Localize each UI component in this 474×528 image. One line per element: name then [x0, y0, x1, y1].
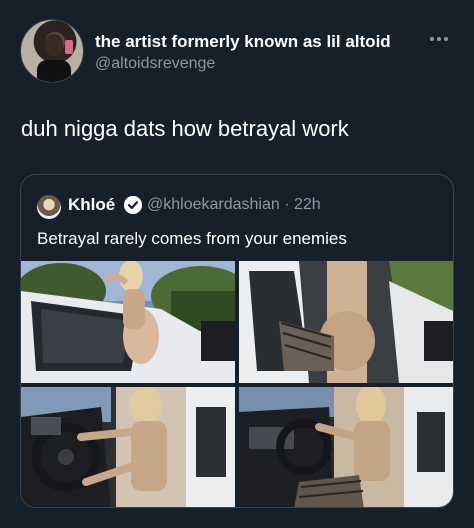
- tweet[interactable]: the artist formerly known as lil altoid …: [0, 0, 474, 528]
- media-photo-3[interactable]: [21, 387, 235, 507]
- quoted-author-avatar: [37, 195, 61, 219]
- media-photo-1[interactable]: [21, 261, 235, 383]
- author-display-name[interactable]: the artist formerly known as lil altoid: [95, 32, 391, 52]
- more-options-icon[interactable]: [430, 32, 452, 46]
- quoted-handle-and-time: @khloekardashian · 22h: [147, 196, 321, 213]
- quoted-tweet[interactable]: Khloé @khloekardashian · 22h Betrayal ra…: [20, 174, 454, 508]
- media-photo-2[interactable]: [239, 261, 453, 383]
- quoted-author-name: Khloé: [68, 195, 116, 214]
- verified-badge-icon: [124, 196, 142, 214]
- quoted-media-grid: [21, 261, 453, 507]
- quoted-tweet-text: Betrayal rarely comes from your enemies: [37, 229, 347, 248]
- author-avatar[interactable]: [20, 19, 84, 83]
- tweet-text: duh nigga dats how betrayal work: [21, 116, 349, 141]
- author-handle[interactable]: @altoidsrevenge: [95, 55, 215, 73]
- media-photo-4[interactable]: [239, 387, 453, 507]
